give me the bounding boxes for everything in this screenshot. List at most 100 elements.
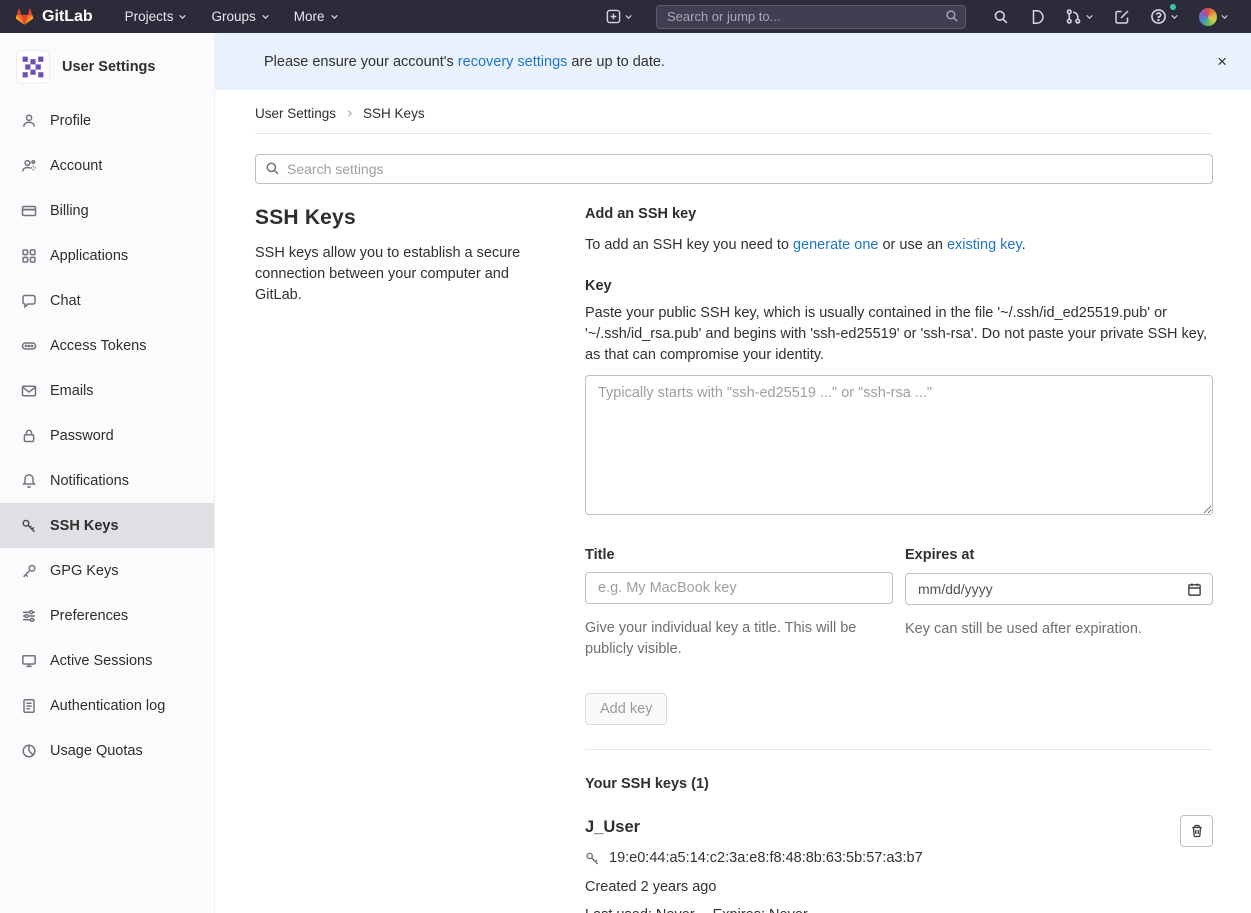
ssh-key-list-item: J_User 19:e0:44:a5:14:c2:3a:e8:f8:48:8b:… [585, 818, 1213, 913]
recovery-settings-alert: Please ensure your account's recovery se… [215, 33, 1251, 90]
chevron-down-icon [1170, 12, 1179, 21]
breadcrumb-ssh-keys: SSH Keys [363, 106, 425, 121]
global-search-input[interactable] [656, 5, 966, 29]
key-last-used: Last used: Never [585, 907, 695, 913]
chevron-down-icon [261, 12, 270, 21]
add-key-button[interactable]: Add key [585, 693, 667, 725]
search-button[interactable] [986, 0, 1016, 33]
chevron-down-icon [624, 12, 633, 21]
generate-one-link[interactable]: generate one [793, 237, 878, 253]
sidebar-item-account[interactable]: Account [0, 143, 214, 188]
sidebar-item-access-tokens[interactable]: Access Tokens [0, 323, 214, 368]
user-settings-avatar [16, 50, 50, 84]
notification-dot [1170, 4, 1176, 10]
sidebar-item-password[interactable]: Password [0, 413, 214, 458]
profile-icon [21, 113, 37, 129]
delete-key-button[interactable] [1180, 815, 1213, 847]
settings-search-input[interactable] [255, 154, 1213, 184]
edit-square-icon [1114, 9, 1130, 25]
key-item-title: J_User [585, 818, 1153, 837]
search-icon [945, 9, 959, 23]
key-icon [21, 563, 37, 579]
help-menu-button[interactable] [1143, 0, 1186, 33]
existing-key-link[interactable]: existing key [947, 237, 1022, 253]
monitor-icon [21, 653, 37, 669]
chevron-down-icon [330, 12, 339, 21]
merge-request-icon [1065, 8, 1082, 25]
sidebar-item-usage-quotas[interactable]: Usage Quotas [0, 728, 214, 773]
sidebar-item-profile[interactable]: Profile [0, 98, 214, 143]
log-icon [21, 698, 37, 714]
sidebar-item-emails[interactable]: Emails [0, 368, 214, 413]
alert-text: Please ensure your account's [264, 54, 458, 70]
sidebar-item-billing[interactable]: Billing [0, 188, 214, 233]
expires-at-date-input[interactable]: mm/dd/yyyy [905, 573, 1213, 605]
title-help-text: Give your individual key a title. This w… [585, 618, 893, 660]
sidebar-item-applications[interactable]: Applications [0, 233, 214, 278]
nav-more[interactable]: More [284, 0, 349, 33]
recovery-settings-link[interactable]: recovery settings [458, 54, 568, 70]
chevron-right-icon [345, 109, 354, 118]
sidebar-item-ssh-keys[interactable]: SSH Keys [0, 503, 214, 548]
expires-label: Expires at [905, 547, 1213, 563]
token-pill-icon [21, 338, 37, 354]
issues-button[interactable] [1022, 0, 1052, 33]
key-label: Key [585, 278, 1213, 294]
sliders-icon [21, 608, 37, 624]
bell-icon [21, 473, 37, 489]
key-title-input[interactable] [585, 572, 893, 604]
sidebar-item-gpg-keys[interactable]: GPG Keys [0, 548, 214, 593]
settings-sidebar: User Settings Profile Account Billing Ap… [0, 33, 215, 913]
envelope-icon [21, 383, 37, 399]
sidebar-item-preferences[interactable]: Preferences [0, 593, 214, 638]
alert-close-button[interactable]: × [1209, 48, 1235, 76]
top-navbar: GitLab Projects Groups More [0, 0, 1251, 33]
chevron-down-icon [1220, 12, 1229, 21]
trash-icon [1190, 824, 1204, 838]
key-icon [585, 851, 600, 866]
credit-card-icon [21, 203, 37, 219]
todos-button[interactable] [1107, 0, 1137, 33]
primary-nav: Projects Groups More [115, 0, 349, 33]
sidebar-item-chat[interactable]: Chat [0, 278, 214, 323]
sidebar-item-authentication-log[interactable]: Authentication log [0, 683, 214, 728]
title-label: Title [585, 547, 893, 563]
user-menu-button[interactable] [1192, 0, 1236, 33]
chat-bubble-icon [21, 293, 37, 309]
nav-groups[interactable]: Groups [201, 0, 279, 33]
chevron-down-icon [1085, 12, 1094, 21]
sidebar-item-notifications[interactable]: Notifications [0, 458, 214, 503]
nav-projects[interactable]: Projects [115, 0, 198, 33]
lock-icon [21, 428, 37, 444]
breadcrumb-user-settings[interactable]: User Settings [255, 106, 336, 121]
expires-help-text: Key can still be used after expiration. [905, 619, 1213, 640]
ssh-key-textarea[interactable] [585, 375, 1213, 515]
brand-name: GitLab [42, 8, 93, 26]
search-icon [993, 9, 1009, 25]
new-menu-button[interactable] [599, 0, 640, 33]
add-ssh-key-heading: Add an SSH key [585, 206, 1213, 222]
tanuki-icon [14, 6, 35, 27]
sidebar-item-active-sessions[interactable]: Active Sessions [0, 638, 214, 683]
key-help-text: Paste your public SSH key, which is usua… [585, 303, 1213, 366]
grid-icon [21, 248, 37, 264]
date-placeholder: mm/dd/yyyy [918, 581, 993, 597]
search-icon [265, 161, 280, 176]
key-fingerprint: 19:e0:44:a5:14:c2:3a:e8:f8:48:8b:63:5b:5… [609, 850, 923, 866]
chevron-down-icon [178, 12, 187, 21]
key-created: Created 2 years ago [585, 879, 1153, 895]
issues-icon [1029, 9, 1045, 25]
pie-chart-icon [21, 743, 37, 759]
key-icon [21, 518, 37, 534]
add-key-intro: To add an SSH key you need to generate o… [585, 235, 1213, 256]
your-ssh-keys-heading: Your SSH keys (1) [585, 776, 1213, 792]
gitlab-logo[interactable]: GitLab [14, 6, 93, 27]
section-description: SSH keys allow you to establish a secure… [255, 243, 535, 306]
user-avatar [1199, 8, 1217, 26]
key-expires: Expires: Never [713, 907, 808, 913]
account-icon [21, 158, 37, 174]
calendar-icon[interactable] [1187, 582, 1202, 597]
merge-requests-button[interactable] [1058, 0, 1101, 33]
sidebar-title: User Settings [62, 59, 155, 75]
page-title: SSH Keys [255, 206, 535, 230]
